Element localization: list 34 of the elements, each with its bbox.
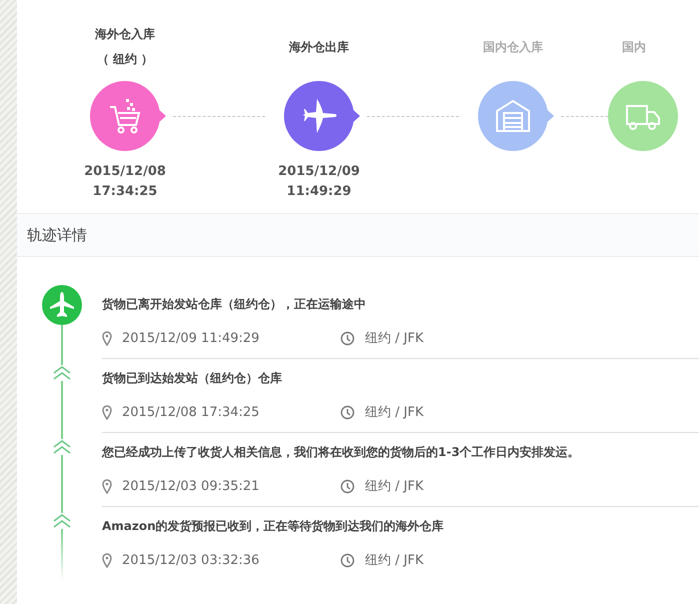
clock-icon	[340, 552, 355, 568]
step-title: 海外仓入库	[95, 26, 155, 43]
step-title: 国内仓入库	[483, 38, 543, 56]
step-title: 海外仓出库	[289, 38, 349, 56]
event-description: 货物已到达始发站（纽约仓）仓库	[102, 370, 283, 386]
double-chevron-icon	[52, 439, 72, 455]
step-title: 国内	[622, 38, 646, 56]
step-date: 2015/12/08 17:34:25	[84, 163, 166, 201]
step-date: 2015/12/09 11:49:29	[278, 163, 360, 201]
clock-icon	[340, 330, 355, 346]
event-time: 2015/12/03 03:32:36	[122, 552, 260, 568]
double-chevron-icon	[52, 365, 72, 381]
event-time: 2015/12/08 17:34:25	[122, 404, 260, 420]
event-location: 纽约 / JFK	[365, 404, 424, 421]
event-description: 您已经成功上传了收货人相关信息，我们将在收到您的货物后的1-3个工作日内安排发运。	[102, 444, 581, 460]
location-pin-icon	[102, 330, 112, 346]
event-time: 2015/12/03 09:35:21	[122, 478, 260, 494]
location-pin-icon	[102, 404, 112, 420]
cart-icon	[108, 97, 142, 135]
event-location: 纽约 / JFK	[365, 478, 424, 495]
section-title: 轨迹详情	[27, 226, 87, 244]
location-pin-icon	[102, 552, 112, 568]
double-chevron-icon	[52, 513, 72, 529]
event-location: 纽约 / JFK	[365, 330, 424, 347]
event-description: 货物已离开始发站仓库（纽约仓），正在运输途中	[102, 296, 367, 312]
event-time: 2015/12/09 11:49:29	[122, 330, 260, 346]
airplane-badge-icon	[42, 285, 82, 325]
event-location: 纽约 / JFK	[365, 552, 424, 569]
location-pin-icon	[102, 478, 112, 494]
event-description: Amazon的发货预报已收到，正在等待货物到达我们的海外仓库	[102, 518, 445, 534]
clock-icon	[340, 478, 355, 494]
step-subtitle: （ 纽约 ）	[96, 51, 154, 68]
clock-icon	[340, 404, 355, 420]
warehouse-icon	[495, 98, 531, 134]
